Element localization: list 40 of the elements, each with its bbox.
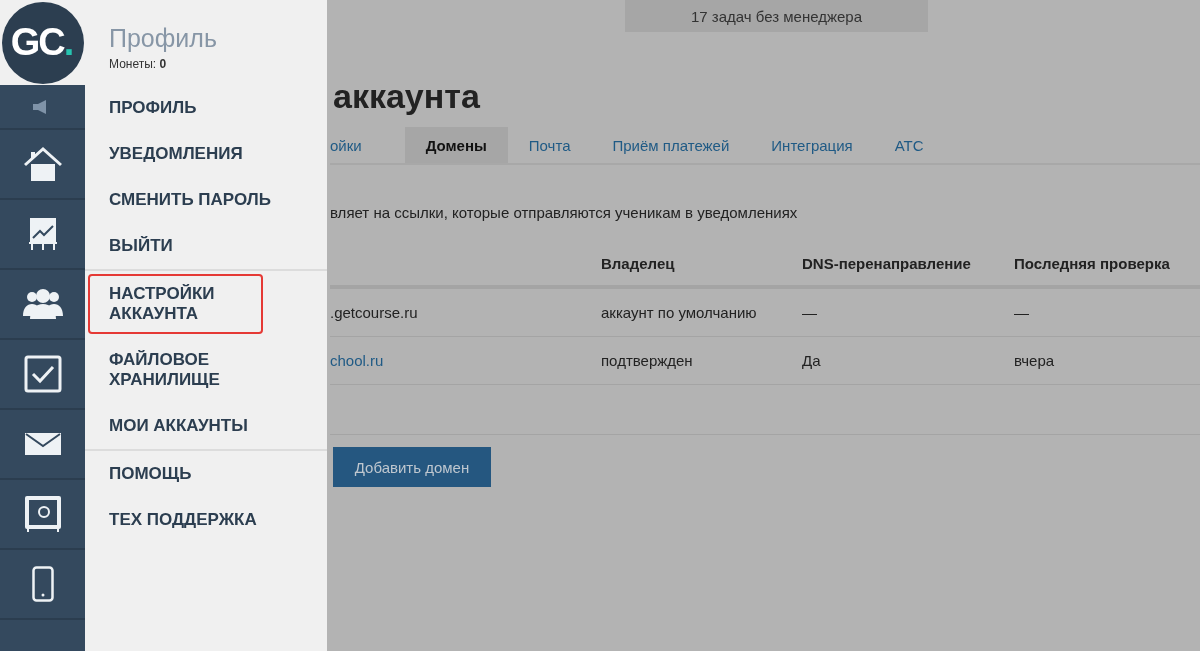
menu-title: Профиль <box>109 24 218 52</box>
tab[interactable]: ойки <box>330 127 383 163</box>
table-cell-text: .getcourse.ru <box>330 304 419 321</box>
table-cell-text: — <box>1014 304 1030 321</box>
table-cell-text: подтвержден <box>601 352 694 369</box>
tab[interactable]: Домены <box>404 127 508 163</box>
logo[interactable]: GC. <box>1 1 84 84</box>
menu-item[interactable]: ТЕХ ПОДДЕРЖКА <box>91 497 307 543</box>
menu-item[interactable]: ПРОФИЛЬ <box>91 85 307 131</box>
chart-icon[interactable] <box>27 216 58 252</box>
domain-link[interactable]: chool.ru <box>330 352 601 369</box>
mail-icon[interactable] <box>24 433 61 455</box>
tab[interactable]: Почта <box>507 127 592 163</box>
tab[interactable]: Приём платежей <box>591 127 751 163</box>
phone-icon[interactable] <box>31 566 54 602</box>
tab[interactable]: АТС <box>873 127 945 163</box>
notice-banner[interactable]: 17 задач без менеджера <box>625 0 928 32</box>
description-text: вляет на ссылки, которые отправляются ученикам в уведомлениях <box>330 204 799 221</box>
checkbox-icon[interactable] <box>23 355 62 393</box>
table-cell-text: аккаунт по умолчанию <box>601 304 758 321</box>
table-cell-text: Да <box>802 352 822 369</box>
menu-item[interactable]: ФАЙЛОВОЕ ХРАНИЛИЩЕ <box>91 337 307 403</box>
column-header: Последняя проверка <box>1014 255 1171 272</box>
table-cell-text: — <box>802 304 818 321</box>
menu-item[interactable]: МОИ АККАУНТЫ <box>91 403 307 449</box>
menu-item[interactable]: СМЕНИТЬ ПАРОЛЬ <box>91 177 307 223</box>
column-header: Владелец <box>601 255 676 272</box>
table-cell-text: вчера <box>1014 352 1056 369</box>
people-icon[interactable] <box>21 288 64 320</box>
menu-item[interactable]: НАСТРОЙКИ АККАУНТА <box>88 274 263 334</box>
home-icon[interactable] <box>22 146 63 182</box>
menu-item[interactable]: УВЕДОМЛЕНИЯ <box>91 131 307 177</box>
add-domain-button[interactable]: Добавить домен <box>333 447 491 487</box>
coins-label: Монеты: 0 <box>109 57 168 71</box>
tab[interactable]: Интеграция <box>750 127 874 163</box>
safe-icon[interactable] <box>23 495 62 533</box>
column-header: DNS-перенаправление <box>802 255 972 272</box>
menu-item[interactable]: ПОМОЩЬ <box>91 451 307 497</box>
page-title: аккаунта <box>333 76 481 116</box>
menu-item[interactable]: ВЫЙТИ <box>91 223 307 269</box>
